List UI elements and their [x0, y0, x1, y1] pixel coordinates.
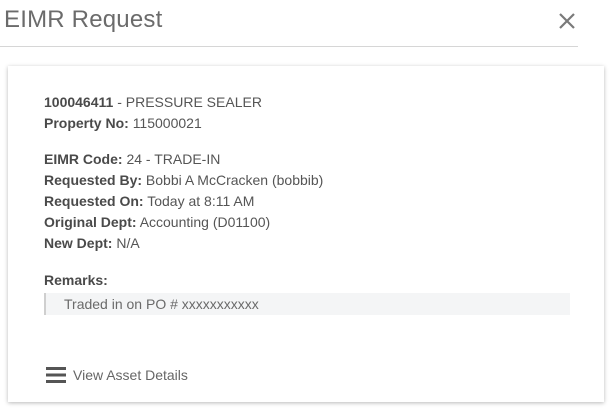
- property-no-row: Property No: 115000021: [44, 113, 570, 134]
- view-asset-details-label: View Asset Details: [73, 367, 188, 383]
- eimr-code-row: EIMR Code: 24 - TRADE-IN: [44, 149, 570, 170]
- property-no-value: 115000021: [132, 115, 202, 131]
- original-dept-label: Original Dept:: [44, 214, 137, 230]
- view-asset-details-link[interactable]: View Asset Details: [46, 366, 188, 384]
- asset-number: 100046411: [44, 94, 114, 110]
- close-icon: [559, 13, 575, 29]
- requested-on-row: Requested On: Today at 8:11 AM: [44, 191, 570, 212]
- asset-name: PRESSURE SEALER: [125, 94, 262, 110]
- new-dept-row: New Dept: N/A: [44, 233, 570, 254]
- new-dept-value: N/A: [116, 235, 140, 251]
- requested-on-value: Today at 8:11 AM: [147, 193, 255, 209]
- asset-title-row: 100046411 - PRESSURE SEALER: [44, 92, 570, 113]
- new-dept-label: New Dept:: [44, 235, 113, 251]
- request-details-card: 100046411 - PRESSURE SEALER Property No:…: [8, 66, 604, 402]
- close-button[interactable]: [556, 10, 578, 32]
- requested-on-label: Requested On:: [44, 193, 144, 209]
- original-dept-row: Original Dept: Accounting (D01100): [44, 212, 570, 233]
- eimr-code-label: EIMR Code:: [44, 151, 123, 167]
- remarks-label: Remarks:: [44, 272, 108, 288]
- modal-title: EIMR Request: [4, 6, 163, 33]
- details-group: EIMR Code: 24 - TRADE-IN Requested By: B…: [44, 149, 570, 254]
- requested-by-value: Bobbi A McCracken (bobbib): [145, 172, 324, 188]
- eimr-code-value: 24 - TRADE-IN: [126, 151, 221, 167]
- property-no-label: Property No:: [44, 115, 129, 131]
- card-body: 100046411 - PRESSURE SEALER Property No:…: [44, 92, 570, 315]
- remarks-box: Traded in on PO # xxxxxxxxxxx: [44, 293, 570, 315]
- list-icon: [46, 367, 66, 383]
- modal-header: EIMR Request: [0, 0, 578, 47]
- requested-by-label: Requested By:: [44, 172, 143, 188]
- requested-by-row: Requested By: Bobbi A McCracken (bobbib): [44, 170, 570, 191]
- original-dept-value: Accounting (D01100): [139, 214, 271, 230]
- asset-separator: -: [113, 94, 126, 110]
